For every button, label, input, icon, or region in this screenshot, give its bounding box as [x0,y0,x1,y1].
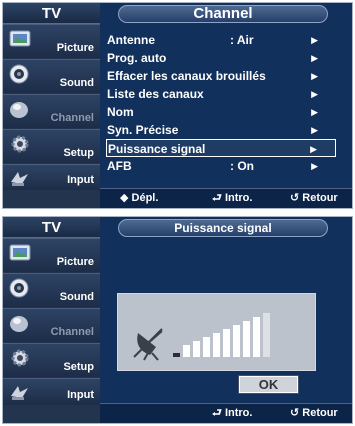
sidebar-item-label: Setup [63,361,94,373]
setup-icon [11,135,29,153]
page-title: Channel [118,5,328,23]
sidebar-item-label: Channel [50,326,94,338]
menu-item-prog-auto[interactable]: Prog. auto ▶ [106,49,336,67]
back-hint: ↺ Retour [290,407,338,419]
sidebar-item-label: Input [67,389,94,401]
channel-icon [10,102,28,118]
menu-item-value: : On [230,159,254,173]
arrow-right-icon: ▶ [310,144,317,154]
sidebar-item-channel[interactable]: Channel [3,308,100,342]
channel-icon [10,316,28,332]
menu-item-label: AFB [107,159,132,173]
sidebar-item-label: Picture [56,256,94,268]
back-hint: ↺ Retour [290,192,338,204]
menu-item-effacer-canaux[interactable]: Effacer les canaux brouillés ▶ [106,67,336,85]
menu-item-label: Nom [107,105,134,119]
move-hint: ◆ Dépl. [120,192,159,204]
channel-menu-screen: TV Picture Sound Channel Setup Input Cha… [2,2,353,209]
input-icon [11,172,28,186]
arrow-right-icon: ▶ [311,53,318,63]
sidebar-item-input[interactable]: Input [3,378,100,405]
signal-bar [263,313,270,357]
satellite-dish-icon [133,328,163,361]
bottom-help-bar: ⮐ Intro. ↺ Retour [100,403,352,423]
menu-item-value: : Air [230,33,254,47]
sidebar-item-channel[interactable]: Channel [3,94,100,128]
menu-item-nom[interactable]: Nom ▶ [106,103,336,121]
menu-item-label: Effacer les canaux brouillés [107,69,266,83]
sidebar-item-label: Sound [59,291,94,303]
picture-icon [9,244,31,261]
page-title: Puissance signal [118,219,328,237]
signal-bar [243,321,250,357]
arrow-right-icon: ▶ [311,89,318,99]
sidebar-item-setup[interactable]: Setup [3,129,100,163]
main-panel: Puissance signal OK ⮐ Intro. ↺ Retour [100,217,352,423]
sidebar-title: TV [3,217,100,238]
sidebar-item-sound[interactable]: Sound [3,273,100,307]
sidebar: TV Picture Sound Channel Setup Input [3,217,100,423]
signal-bar [183,345,190,357]
signal-strength-panel [117,293,316,371]
arrow-right-icon: ▶ [311,161,318,171]
picture-icon [9,30,31,47]
signal-bar [233,325,240,357]
sidebar-item-label: Input [67,174,94,186]
menu-item-label: Antenne [107,33,155,47]
input-icon [11,386,28,400]
sidebar-item-picture[interactable]: Picture [3,238,100,272]
signal-bar [213,333,220,357]
sidebar-title: TV [3,3,100,24]
signal-bar [193,341,200,357]
sidebar-item-input[interactable]: Input [3,164,100,190]
sidebar-item-label: Sound [59,77,94,89]
menu-item-label: Prog. auto [107,51,167,65]
sidebar-item-setup[interactable]: Setup [3,343,100,377]
sound-icon [9,278,29,298]
signal-bar [253,317,260,357]
setup-icon [11,349,29,367]
menu-item-syn-precise[interactable]: Syn. Précise ▶ [106,121,336,139]
ok-button[interactable]: OK [238,375,299,394]
signal-bar [223,329,230,357]
menu-item-label: Liste des canaux [107,87,204,101]
signal-bar [173,353,180,357]
menu-item-afb[interactable]: AFB : On ▶ [106,157,336,175]
sidebar-item-sound[interactable]: Sound [3,59,100,93]
menu-item-antenne[interactable]: Antenne : Air ▶ [106,31,336,49]
arrow-right-icon: ▶ [311,35,318,45]
enter-hint: ⮐ Intro. [212,192,253,204]
menu-item-label: Syn. Précise [107,123,179,137]
sound-icon [9,64,29,84]
sidebar-item-label: Channel [50,112,94,124]
menu-item-label: Puissance signal [108,142,206,156]
signal-bar [203,337,210,357]
bottom-help-bar: ◆ Dépl. ⮐ Intro. ↺ Retour [100,188,352,208]
sidebar-item-picture[interactable]: Picture [3,24,100,58]
signal-strength-screen: TV Picture Sound Channel Setup Input Pui… [2,216,353,424]
menu-item-liste-canaux[interactable]: Liste des canaux ▶ [106,85,336,103]
arrow-right-icon: ▶ [311,125,318,135]
menu-item-puissance-signal[interactable]: Puissance signal ▶ [106,139,336,157]
sidebar-item-label: Setup [63,147,94,159]
sidebar: TV Picture Sound Channel Setup Input [3,3,100,208]
arrow-right-icon: ▶ [311,71,318,81]
sidebar-item-label: Picture [56,42,94,54]
arrow-right-icon: ▶ [311,107,318,117]
enter-hint: ⮐ Intro. [212,407,253,419]
main-panel: Channel Antenne : Air ▶ Prog. auto ▶ Eff… [100,3,352,208]
